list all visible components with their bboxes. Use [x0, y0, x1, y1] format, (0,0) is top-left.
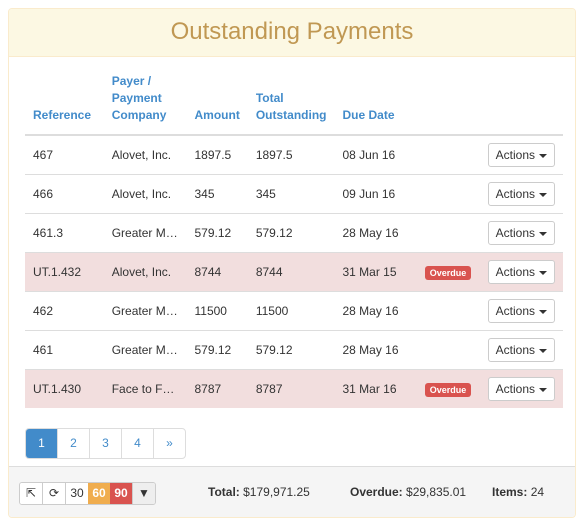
cell-reference: 467 — [25, 134, 104, 175]
items-summary: Items: 24 — [492, 485, 545, 499]
table-row: 466 Alovet, Inc. 345 345 09 Jun 16 Actions — [25, 174, 563, 214]
cell-total: 1897.5 — [247, 134, 335, 175]
table-row: UT.1.430 Face to F… 8787 8787 31 Mar 16 Overd… — [25, 369, 563, 408]
actions-button[interactable]: Actions — [487, 260, 555, 284]
page-link[interactable]: 4 — [121, 429, 153, 458]
cell-amount: 11500 — [186, 291, 248, 331]
refresh-icon[interactable]: ⟳ — [42, 483, 65, 504]
cell-due-date: 28 May 16 — [334, 291, 417, 331]
cell-reference: 466 — [25, 174, 104, 214]
caret-down-icon — [539, 309, 547, 314]
caret-down-icon — [539, 192, 547, 197]
col-reference[interactable]: Reference — [25, 73, 104, 136]
cell-reference: 461 — [25, 330, 104, 370]
cell-payer: Alovet, Inc. — [103, 134, 187, 175]
cell-total: 8744 — [247, 252, 335, 292]
col-amount[interactable]: Amount — [186, 73, 248, 136]
cell-amount: 579.12 — [186, 330, 248, 370]
cell-payer: Alovet, Inc. — [103, 174, 187, 214]
caret-down-icon — [539, 153, 547, 158]
cell-amount: 8744 — [186, 252, 248, 292]
overdue-summary: Overdue: $29,835.01 — [350, 485, 467, 499]
caret-down-icon — [539, 270, 547, 275]
cell-payer: Face to F… — [103, 369, 187, 408]
cell-reference: UT.1.430 — [25, 369, 104, 408]
total-summary: Total: $179,971.25 — [208, 485, 310, 499]
page-link[interactable]: 1 — [26, 429, 57, 458]
cell-due-date: 09 Jun 16 — [334, 174, 417, 214]
page-link[interactable]: 2 — [57, 429, 89, 458]
overdue-badge: Overdue — [424, 266, 472, 280]
table-row: UT.1.432 Alovet, Inc. 8744 8744 31 Mar 15 Ove… — [25, 252, 563, 292]
caret-down-icon — [539, 348, 547, 353]
cell-total: 8787 — [247, 369, 335, 408]
actions-button[interactable]: Actions — [487, 299, 555, 323]
page-size-60[interactable]: 60 — [88, 483, 110, 504]
page-size-90[interactable]: 90 — [110, 483, 132, 504]
cell-reference: 462 — [25, 291, 104, 331]
cell-amount: 8787 — [186, 369, 248, 408]
actions-button[interactable]: Actions — [487, 221, 555, 245]
footer-toolbar: ⇱ ⟳ 30 60 90 ▼ Total: $179,971.25 Overdu… — [9, 466, 575, 517]
page-link[interactable]: » — [153, 429, 185, 458]
cell-due-date: 08 Jun 16 — [334, 134, 417, 175]
cell-amount: 579.12 — [186, 213, 248, 253]
overdue-badge: Overdue — [424, 383, 472, 397]
cell-amount: 1897.5 — [186, 134, 248, 175]
page-link[interactable]: 3 — [89, 429, 121, 458]
table-row: 461.3 Greater M… 579.12 579.12 28 May 16 Acti… — [25, 213, 563, 253]
cell-due-date: 31 Mar 16 — [334, 369, 417, 408]
cell-due-date: 28 May 16 — [334, 330, 417, 370]
table-row: 467 Alovet, Inc. 1897.5 1897.5 08 Jun 16 Acti… — [25, 134, 563, 175]
cell-payer: Greater M… — [103, 291, 187, 331]
pagination: 1 2 3 4» — [25, 428, 186, 459]
cell-total: 11500 — [247, 291, 335, 331]
cell-payer: Greater M… — [103, 213, 187, 253]
panel-title: Outstanding Payments — [9, 9, 575, 57]
cell-reference: UT.1.432 — [25, 252, 104, 292]
page-size-30[interactable]: 30 — [65, 483, 88, 504]
payments-table: Reference Payer / Payment Company Amount… — [25, 73, 563, 408]
cell-total: 579.12 — [247, 330, 335, 370]
caret-down-icon — [539, 231, 547, 236]
cell-payer: Greater M… — [103, 330, 187, 370]
actions-button[interactable]: Actions — [487, 377, 555, 401]
col-due-date[interactable]: Due Date — [334, 73, 417, 136]
cell-due-date: 31 Mar 15 — [334, 252, 417, 292]
filter-icon[interactable]: ▼ — [132, 483, 155, 504]
actions-button[interactable]: Actions — [487, 182, 555, 206]
toolbar-button-group: ⇱ ⟳ 30 60 90 ▼ — [19, 482, 156, 505]
cell-amount: 345 — [186, 174, 248, 214]
cell-total: 579.12 — [247, 213, 335, 253]
col-payer[interactable]: Payer / Payment Company — [103, 73, 187, 136]
col-total-outstanding[interactable]: Total Outstanding — [247, 73, 335, 136]
export-icon[interactable]: ⇱ — [20, 483, 42, 504]
table-row: 461 Greater M… 579.12 579.12 28 May 16 Action… — [25, 330, 563, 370]
table-row: 462 Greater M… 11500 11500 28 May 16 Actions — [25, 291, 563, 331]
cell-total: 345 — [247, 174, 335, 214]
caret-down-icon — [539, 387, 547, 392]
outstanding-payments-panel: Outstanding Payments Reference Payer / P… — [8, 8, 576, 518]
actions-button[interactable]: Actions — [487, 143, 555, 167]
cell-reference: 461.3 — [25, 213, 104, 253]
actions-button[interactable]: Actions — [487, 338, 555, 362]
cell-payer: Alovet, Inc. — [103, 252, 187, 292]
cell-due-date: 28 May 16 — [334, 213, 417, 253]
